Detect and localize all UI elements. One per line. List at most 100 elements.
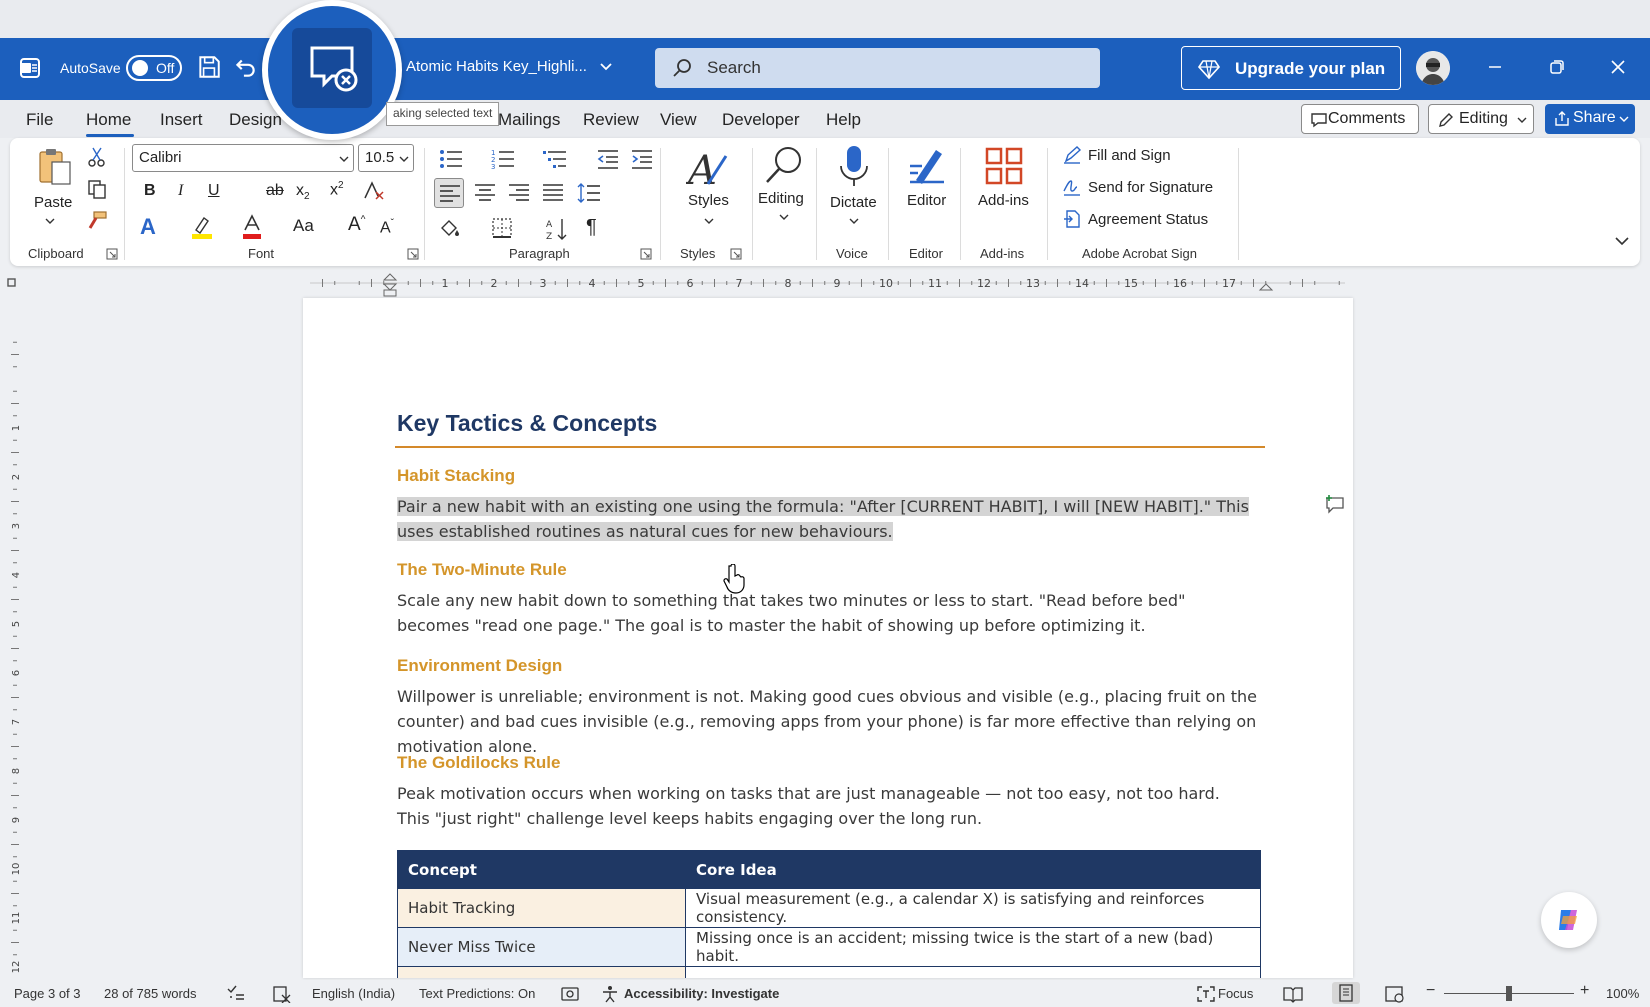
autosave-toggle[interactable]: Off: [126, 55, 182, 81]
tab-insert[interactable]: Insert: [160, 110, 203, 130]
chevron-down-icon[interactable]: [44, 216, 56, 226]
word-count[interactable]: 28 of 785 words: [104, 986, 197, 1001]
upgrade-plan-button[interactable]: Upgrade your plan: [1181, 46, 1401, 90]
selected-text[interactable]: Pair a new habit with an existing one us…: [397, 497, 1249, 541]
dialog-launcher-icon[interactable]: [407, 248, 419, 260]
tab-developer[interactable]: Developer: [722, 110, 800, 130]
align-left-button[interactable]: [434, 178, 464, 208]
table-header-cell[interactable]: Concept: [397, 850, 686, 889]
align-center-icon[interactable]: [474, 183, 496, 203]
agreement-status-icon[interactable]: [1062, 209, 1082, 229]
microphone-icon[interactable]: [836, 144, 872, 188]
grow-font-icon[interactable]: A^: [348, 214, 365, 236]
decrease-indent-icon[interactable]: [596, 148, 620, 170]
comments-button[interactable]: Comments: [1301, 104, 1419, 134]
add-ins-label[interactable]: Add-ins: [978, 192, 1029, 209]
chevron-down-icon[interactable]: [703, 216, 715, 226]
table-cell[interactable]: Habit Tracking: [397, 888, 686, 928]
collapse-ribbon-icon[interactable]: [1614, 234, 1630, 248]
document-title[interactable]: Atomic Habits Key_Highli...: [406, 58, 587, 75]
proofing-icon[interactable]: [226, 985, 246, 1003]
agreement-status-label[interactable]: Agreement Status: [1088, 211, 1208, 228]
line-spacing-icon[interactable]: [576, 182, 602, 204]
section-body-selected[interactable]: Pair a new habit with an existing one us…: [397, 494, 1257, 544]
new-comment-icon[interactable]: [1325, 494, 1345, 514]
section-body[interactable]: Scale any new habit down to something th…: [397, 588, 1257, 638]
paste-icon[interactable]: [34, 146, 74, 186]
chevron-down-icon[interactable]: [598, 58, 614, 74]
bullets-icon[interactable]: [438, 148, 464, 170]
focus-mode-icon[interactable]: [1196, 985, 1216, 1003]
document-page[interactable]: Key Tactics & Concepts Habit Stacking Pa…: [303, 298, 1353, 978]
italic-icon[interactable]: I: [178, 182, 183, 200]
table-cell[interactable]: Missing once is an accident; missing twi…: [685, 927, 1261, 967]
fill-and-sign-icon[interactable]: [1062, 145, 1082, 165]
close-icon[interactable]: [1607, 56, 1629, 78]
horizontal-ruler[interactable]: 1 2 3 4 5 6 7 8 9 10 11 12 13 14 15 16 17: [0, 270, 1650, 298]
page-count[interactable]: Page 3 of 3: [14, 986, 81, 1001]
print-layout-button[interactable]: [1332, 982, 1360, 1004]
text-effects-icon[interactable]: A: [140, 214, 156, 240]
track-changes-icon[interactable]: [272, 985, 292, 1003]
copilot-button[interactable]: [1541, 892, 1597, 948]
section-body[interactable]: Willpower is unreliable; environment is …: [397, 684, 1257, 759]
add-ins-icon[interactable]: [984, 146, 1024, 186]
zoom-out-icon[interactable]: −: [1426, 982, 1435, 1000]
change-case-icon[interactable]: Aa: [293, 216, 314, 236]
font-name-combo[interactable]: Calibri: [132, 144, 354, 172]
tab-mailings[interactable]: Mailings: [498, 110, 560, 130]
bold-icon[interactable]: B: [144, 182, 156, 200]
sort-icon[interactable]: AZ: [544, 216, 570, 242]
stop-text-icon-button[interactable]: [292, 28, 372, 108]
editing-label[interactable]: Editing: [758, 190, 804, 207]
accessibility-icon[interactable]: [600, 985, 620, 1003]
dialog-launcher-icon[interactable]: [730, 248, 742, 260]
tab-help[interactable]: Help: [826, 110, 861, 130]
justify-icon[interactable]: [542, 183, 564, 203]
share-button[interactable]: Share: [1545, 104, 1635, 134]
search-box[interactable]: Search: [655, 48, 1100, 88]
minimize-icon[interactable]: [1484, 56, 1506, 78]
section-body[interactable]: Peak motivation occurs when working on t…: [397, 781, 1257, 831]
editing-mode-button[interactable]: Editing: [1428, 104, 1534, 134]
dialog-launcher-icon[interactable]: [106, 248, 118, 260]
avatar[interactable]: [1416, 51, 1450, 85]
table-cell[interactable]: [685, 966, 1261, 978]
increase-indent-icon[interactable]: [630, 148, 654, 170]
font-color-icon[interactable]: [242, 214, 262, 240]
dialog-launcher-icon[interactable]: [640, 248, 652, 260]
restore-icon[interactable]: [1546, 56, 1568, 78]
font-size-combo[interactable]: 10.5: [358, 144, 414, 172]
display-settings-icon[interactable]: [560, 985, 580, 1003]
clear-formatting-icon[interactable]: [362, 180, 386, 202]
concepts-table[interactable]: Concept Core Idea Habit Tracking Visual …: [397, 850, 1261, 978]
text-predictions-status[interactable]: Text Predictions: On: [419, 986, 535, 1001]
tab-design[interactable]: Design: [229, 110, 282, 130]
table-cell[interactable]: [397, 966, 686, 978]
focus-label[interactable]: Focus: [1218, 986, 1253, 1001]
zoom-in-icon[interactable]: +: [1580, 982, 1589, 1000]
paste-label[interactable]: Paste: [34, 194, 72, 211]
align-right-icon[interactable]: [508, 183, 530, 203]
tab-home[interactable]: Home: [86, 110, 131, 130]
language-status[interactable]: English (India): [312, 986, 395, 1001]
tab-view[interactable]: View: [660, 110, 697, 130]
send-for-signature-label[interactable]: Send for Signature: [1088, 179, 1213, 196]
underline-icon[interactable]: U: [208, 182, 220, 200]
shrink-font-icon[interactable]: Aˇ: [380, 218, 394, 237]
zoom-level[interactable]: 100%: [1606, 986, 1639, 1001]
subscript-icon[interactable]: x2: [296, 182, 310, 202]
web-layout-icon[interactable]: [1384, 985, 1406, 1003]
fill-and-sign-label[interactable]: Fill and Sign: [1088, 147, 1171, 164]
shading-icon[interactable]: [438, 216, 462, 240]
show-formatting-icon[interactable]: ¶: [586, 216, 597, 239]
send-for-signature-icon[interactable]: [1062, 177, 1082, 197]
editor-label[interactable]: Editor: [907, 192, 946, 209]
find-icon[interactable]: [762, 144, 806, 188]
word-app-icon[interactable]: [18, 56, 42, 80]
tab-review[interactable]: Review: [583, 110, 639, 130]
table-cell[interactable]: Never Miss Twice: [397, 927, 686, 967]
chevron-down-icon[interactable]: [778, 212, 790, 222]
accessibility-status[interactable]: Accessibility: Investigate: [624, 986, 779, 1001]
strikethrough-icon[interactable]: ab: [266, 182, 284, 200]
